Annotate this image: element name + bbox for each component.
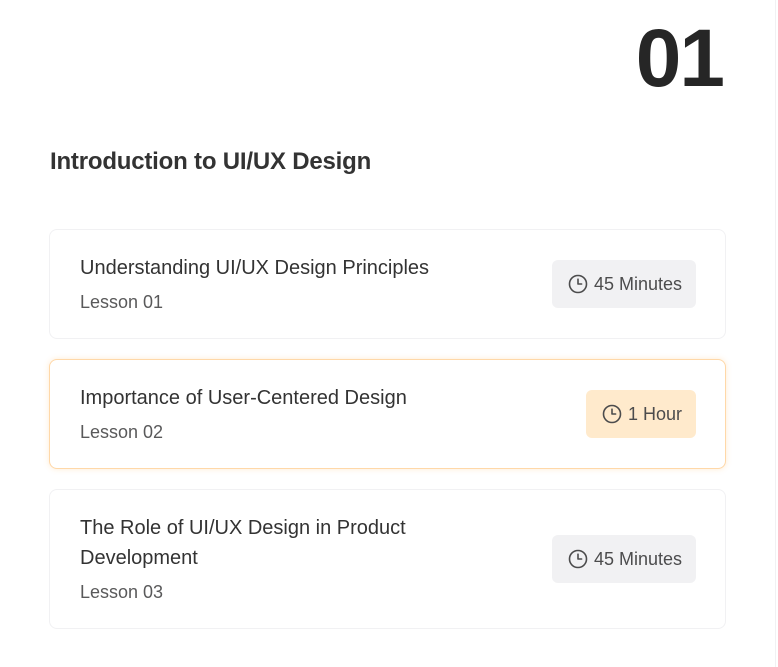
clock-icon — [568, 274, 588, 294]
lesson-title: The Role of UI/UX Design in Product Deve… — [80, 517, 406, 569]
lesson-item-3[interactable]: The Role of UI/UX Design in Product Deve… — [49, 489, 726, 629]
lesson-number: Lesson 01 — [80, 292, 164, 312]
clock-icon — [568, 549, 588, 569]
course-module-card: 01 Introduction to UI/UX Design Understa… — [0, 0, 776, 667]
duration-badge: 45 Minutes — [551, 535, 696, 583]
lesson-title: Importance of User-Centered Design — [80, 387, 407, 409]
lesson-number: Lesson 03 — [80, 582, 164, 602]
duration-label: 45 Minutes — [593, 273, 682, 294]
duration-badge: 1 Hour — [585, 390, 696, 438]
module-number: 01 — [635, 13, 725, 104]
lesson-item-1[interactable]: Understanding UI/UX Design Principles Le… — [49, 229, 726, 339]
lesson-item-2[interactable]: Importance of User-Centered Design Lesso… — [49, 359, 726, 469]
clock-icon — [602, 404, 622, 424]
duration-label: 1 Hour — [627, 403, 682, 424]
lesson-title: Understanding UI/UX Design Principles — [80, 257, 430, 279]
module-title: Introduction to UI/UX Design — [50, 148, 372, 175]
duration-label: 45 Minutes — [593, 548, 682, 569]
lesson-number: Lesson 02 — [80, 422, 164, 442]
duration-badge: 45 Minutes — [551, 260, 696, 308]
